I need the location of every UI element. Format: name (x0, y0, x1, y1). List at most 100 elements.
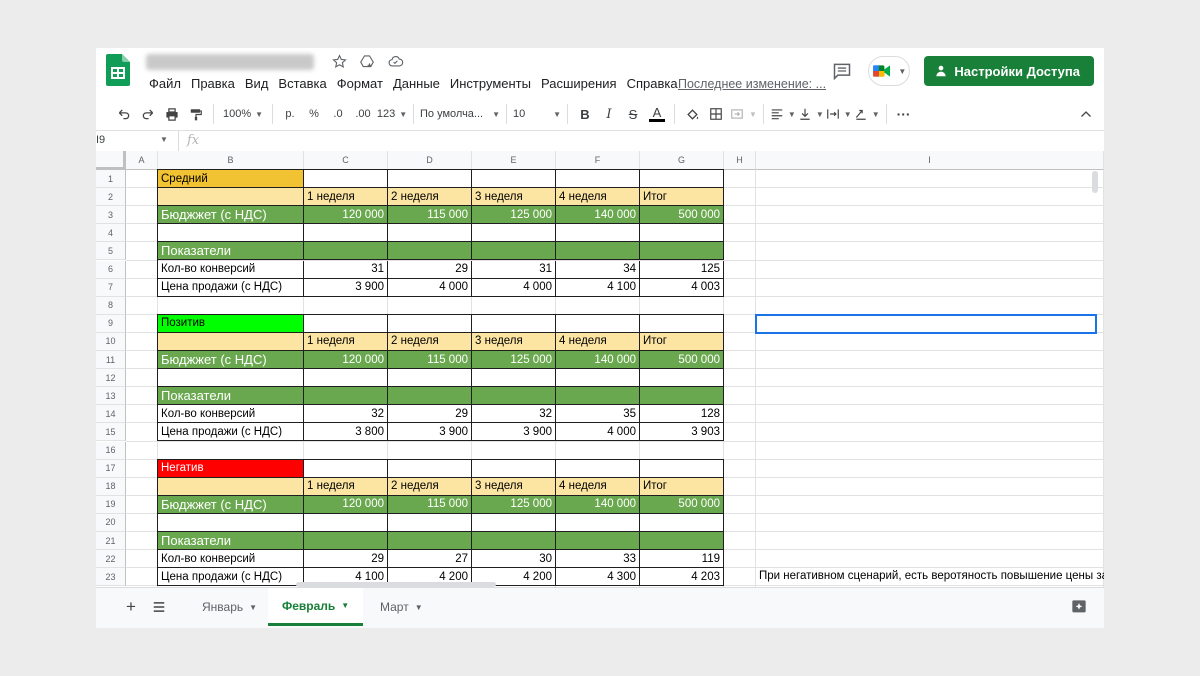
conversions-value-cell[interactable]: 29 (304, 550, 388, 569)
menu-tools[interactable]: Инструменты (445, 76, 536, 92)
empty-cell[interactable] (388, 513, 472, 532)
price-value-cell[interactable]: 4 203 (640, 568, 724, 587)
chevron-down-icon[interactable]: ▼ (160, 135, 168, 144)
price-value-cell[interactable]: 4 300 (556, 568, 640, 587)
budget-value-cell[interactable]: 125 000 (472, 206, 556, 225)
all-sheets-icon[interactable] (152, 588, 166, 626)
spreadsheet-grid[interactable]: A B C D E F G H I 1 2 3 4 5 6 7 8 9 10 11 12 13 14 15 16 17 18 19 20… (96, 151, 1104, 587)
row-header-15[interactable]: 15 (96, 423, 126, 442)
row-header-23[interactable]: 23 (96, 568, 126, 587)
row-header-13[interactable]: 13 (96, 387, 126, 406)
menu-edit[interactable]: Правка (186, 76, 240, 92)
empty-cell[interactable] (640, 369, 724, 388)
fill-color-icon[interactable] (681, 102, 703, 126)
row-header-11[interactable]: 11 (96, 351, 126, 370)
comment-history-icon[interactable] (830, 59, 854, 83)
week-header-cell[interactable]: 1 неделя (304, 188, 388, 207)
conversions-value-cell[interactable]: 29 (388, 405, 472, 424)
week-header-cell[interactable]: Итог (640, 188, 724, 207)
menu-data[interactable]: Данные (388, 76, 445, 92)
week-header-cell[interactable]: 1 неделя (304, 477, 388, 496)
conversions-value-cell[interactable]: 32 (472, 405, 556, 424)
empty-cell[interactable] (556, 513, 640, 532)
column-header-i[interactable]: I (756, 151, 1104, 170)
price-value-cell[interactable]: 4 000 (388, 278, 472, 297)
budget-value-cell[interactable]: 500 000 (640, 206, 724, 225)
budget-value-cell[interactable]: 115 000 (388, 206, 472, 225)
row-header-2[interactable]: 2 (96, 188, 126, 207)
conversions-value-cell[interactable]: 30 (472, 550, 556, 569)
row-header-16[interactable]: 16 (96, 441, 126, 460)
column-header-b[interactable]: B (158, 151, 304, 170)
row-header-3[interactable]: 3 (96, 206, 126, 225)
bold-button[interactable]: B (574, 102, 596, 126)
empty-cell[interactable] (304, 170, 388, 189)
week-header-cell[interactable]: 4 неделя (556, 332, 640, 351)
empty-cell[interactable] (388, 170, 472, 189)
sheet-tab-january[interactable]: Январь ▼ (196, 588, 263, 626)
print-icon[interactable] (161, 102, 183, 126)
zoom-select[interactable]: 100% ▼ (220, 102, 266, 126)
redo-icon[interactable] (137, 102, 159, 126)
row-header-14[interactable]: 14 (96, 405, 126, 424)
share-button[interactable]: Настройки Доступа (924, 56, 1094, 86)
empty-cell[interactable] (640, 242, 724, 261)
merge-cells-icon[interactable]: ▼ (729, 102, 757, 126)
empty-cell[interactable] (472, 513, 556, 532)
empty-cell[interactable] (640, 314, 724, 333)
empty-cell[interactable] (472, 387, 556, 406)
empty-cell[interactable] (556, 224, 640, 243)
sheet-tab-february[interactable]: Февраль ▼ (268, 588, 364, 626)
indicators-label-cell[interactable]: Показатели (158, 532, 304, 551)
budget-value-cell[interactable]: 115 000 (388, 495, 472, 514)
decrease-decimal-button[interactable]: .0 (327, 102, 349, 126)
empty-cell[interactable] (304, 242, 388, 261)
week-header-cell[interactable]: 2 неделя (388, 188, 472, 207)
menu-format[interactable]: Формат (332, 76, 388, 92)
currency-format-button[interactable]: р. (279, 102, 301, 126)
conversions-value-cell[interactable]: 29 (388, 260, 472, 279)
empty-cell[interactable] (556, 532, 640, 551)
empty-cell[interactable] (158, 188, 304, 207)
empty-cell[interactable] (640, 387, 724, 406)
empty-cell[interactable] (158, 224, 304, 243)
row-header-6[interactable]: 6 (96, 260, 126, 279)
price-value-cell[interactable]: 3 900 (472, 423, 556, 442)
vertical-align-icon[interactable]: ▼ (798, 102, 824, 126)
menu-insert[interactable]: Вставка (273, 76, 331, 92)
explore-icon[interactable] (1071, 588, 1087, 626)
budget-value-cell[interactable]: 140 000 (556, 495, 640, 514)
horizontal-align-icon[interactable]: ▼ (770, 102, 796, 126)
move-to-drive-icon[interactable] (358, 52, 376, 70)
menu-file[interactable]: Файл (144, 76, 186, 92)
empty-cell[interactable] (388, 242, 472, 261)
column-header-g[interactable]: G (640, 151, 724, 170)
empty-cell[interactable] (304, 369, 388, 388)
empty-cell[interactable] (388, 459, 472, 478)
week-header-cell[interactable]: Итог (640, 332, 724, 351)
empty-cell[interactable] (304, 459, 388, 478)
empty-cell[interactable] (304, 387, 388, 406)
star-icon[interactable] (330, 52, 348, 70)
budget-value-cell[interactable]: 120 000 (304, 351, 388, 370)
week-header-cell[interactable]: 3 неделя (472, 332, 556, 351)
conversions-value-cell[interactable]: 31 (304, 260, 388, 279)
price-label-cell[interactable]: Цена продажи (с НДС) (158, 423, 304, 442)
add-sheet-icon[interactable]: + (126, 588, 136, 626)
week-header-cell[interactable]: 3 неделя (472, 477, 556, 496)
empty-cell[interactable] (472, 459, 556, 478)
row-header-4[interactable]: 4 (96, 224, 126, 243)
row-header-9[interactable]: 9 (96, 314, 126, 333)
column-header-e[interactable]: E (472, 151, 556, 170)
scenario-name-cell[interactable]: Позитив (158, 314, 304, 333)
font-size-select[interactable]: 10 ▼ (513, 102, 561, 126)
week-header-cell[interactable]: 2 неделя (388, 477, 472, 496)
empty-cell[interactable] (158, 369, 304, 388)
row-header-12[interactable]: 12 (96, 369, 126, 388)
conversions-label-cell[interactable]: Кол-во конверсий (158, 405, 304, 424)
column-header-d[interactable]: D (388, 151, 472, 170)
budget-value-cell[interactable]: 115 000 (388, 351, 472, 370)
column-header-c[interactable]: C (304, 151, 388, 170)
meet-button[interactable]: ▼ (868, 56, 911, 86)
empty-cell[interactable] (472, 242, 556, 261)
